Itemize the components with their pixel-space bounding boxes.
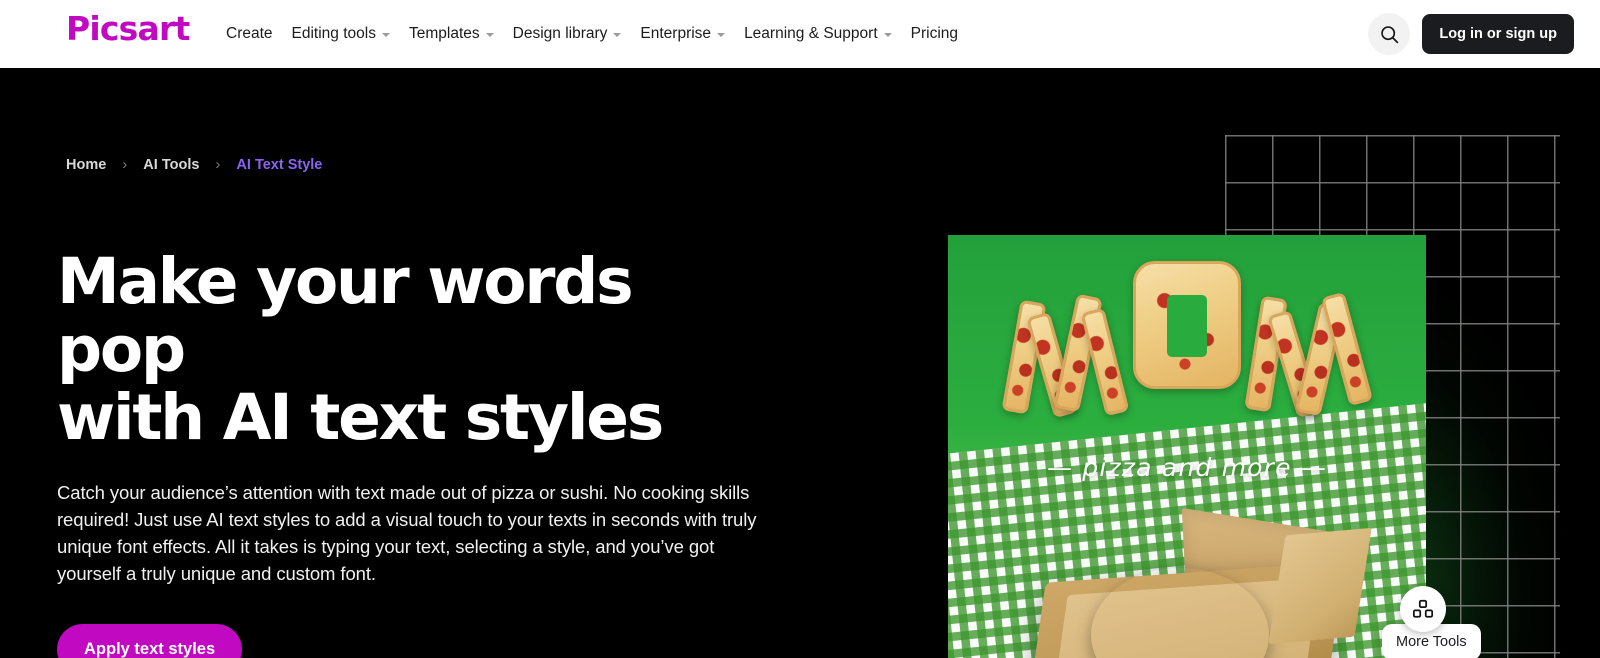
- hero-description: Catch your audience’s attention with tex…: [57, 482, 757, 584]
- nav-label: Design library: [512, 25, 608, 42]
- nav-item-design-library[interactable]: Design library: [513, 0, 622, 68]
- breadcrumb-separator-icon: ›: [215, 156, 221, 173]
- nav-label: Enterprise: [640, 25, 712, 42]
- pizza-letter-o: [1131, 261, 1243, 393]
- nav-label: Pricing: [910, 25, 959, 42]
- picsart-logo[interactable]: Picsart: [66, 11, 190, 46]
- pizza-letter-w-2: [1244, 291, 1374, 426]
- search-button[interactable]: [1368, 13, 1411, 55]
- breadcrumb-item-ai-tools[interactable]: AI Tools: [143, 157, 199, 173]
- chevron-down-icon: [485, 33, 494, 37]
- breadcrumb-separator-icon: ›: [122, 156, 128, 173]
- breadcrumb-item-home[interactable]: Home: [66, 157, 106, 173]
- chevron-down-icon: [613, 33, 622, 37]
- site-header: Picsart Create Editing tools Templates D…: [0, 0, 1600, 68]
- nav-item-editing-tools[interactable]: Editing tools: [292, 0, 390, 68]
- chevron-down-icon: [381, 33, 390, 37]
- breadcrumb: Home › AI Tools › AI Text Style: [66, 156, 322, 173]
- nav-item-templates[interactable]: Templates: [409, 0, 494, 68]
- page-title: Make your words pop with AI text styles: [57, 245, 664, 455]
- breadcrumb-item-current: AI Text Style: [236, 156, 323, 173]
- apply-text-styles-button[interactable]: Apply text styles: [57, 624, 243, 658]
- main-navigation: Create Editing tools Templates Design li…: [226, 0, 977, 68]
- login-signup-button[interactable]: Log in or sign up: [1422, 14, 1574, 54]
- search-icon: [1381, 25, 1399, 43]
- nav-label: Editing tools: [291, 25, 376, 42]
- hero-image: — pizza and more —: [948, 235, 1426, 658]
- chevron-down-icon: [717, 33, 726, 37]
- more-tools-button[interactable]: [1400, 586, 1446, 632]
- nav-label: Create: [226, 25, 273, 42]
- nav-label: Learning & Support: [744, 25, 878, 42]
- hero-image-tagline: — pizza and more —: [1046, 453, 1328, 482]
- nav-label: Templates: [408, 25, 480, 42]
- pizza-word-wow: [948, 253, 1426, 443]
- chevron-down-icon: [883, 33, 892, 37]
- hero-copy: Make your words pop with AI text styles …: [57, 245, 777, 658]
- header-actions: Log in or sign up: [1368, 0, 1574, 68]
- nav-item-create[interactable]: Create: [226, 0, 273, 68]
- nav-item-learning-support[interactable]: Learning & Support: [744, 0, 892, 68]
- grid-blocks-icon: [1412, 599, 1434, 618]
- nav-item-pricing[interactable]: Pricing: [911, 0, 958, 68]
- hero-section: Home › AI Tools › AI Text Style Make you…: [0, 68, 1600, 658]
- pizza-letter-w: [1001, 291, 1130, 426]
- nav-item-enterprise[interactable]: Enterprise: [640, 0, 726, 68]
